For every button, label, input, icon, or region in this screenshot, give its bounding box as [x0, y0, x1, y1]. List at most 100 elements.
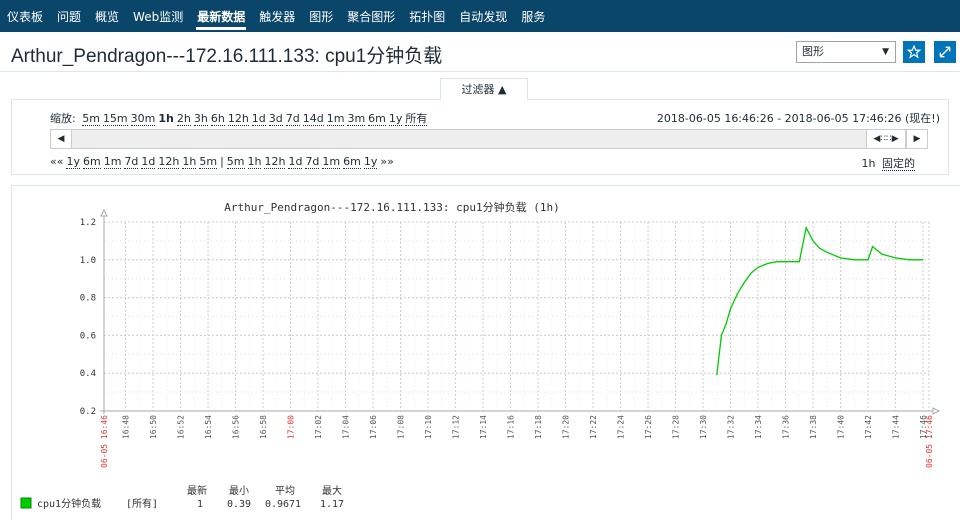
drag-handle-icon: ◀∷∷▶ [873, 134, 899, 144]
x-tick-label: 17:28 [672, 415, 681, 439]
legend-swatch [20, 497, 32, 509]
grid [103, 221, 930, 412]
step-back-option[interactable]: 6m [82, 155, 101, 169]
zoom-option[interactable]: 6h [210, 112, 225, 126]
y-tick-label: 0.6 [80, 331, 96, 341]
period-nav-row: «« 1y 6m 1m 7d 1d 12h 1h 5m | 5m 1h 12h 1d 7d 1m 6m 1y»» [50, 155, 397, 169]
x-tick-label: 17:10 [424, 415, 433, 439]
zoom-option[interactable]: 1m [326, 112, 345, 126]
zoom-option[interactable]: 15m [102, 112, 128, 126]
zoom-option[interactable]: 3m [347, 112, 366, 126]
zoom-option[interactable]: 14d [302, 112, 324, 126]
step-forward-option[interactable]: 6m [343, 155, 361, 169]
nav-item-8[interactable]: 拓扑图 [402, 0, 452, 32]
x-axis-arrow-icon [932, 407, 941, 415]
zoom-row: 缩放: 5m 15m 30m 1h 2h 3h 6h 12h 1d 3d 7d 14d 1m 3m 6m 1y… [50, 110, 430, 126]
zoom-option[interactable]: 3h [193, 112, 208, 126]
period-value: 1h [861, 157, 876, 170]
triangle-left-icon: ◀ [57, 134, 65, 144]
nav-item-5[interactable]: 触发器 [252, 0, 302, 32]
nav-item-6[interactable]: 图形 [302, 0, 340, 32]
nav-item-7[interactable]: 聚合图形 [340, 0, 402, 32]
step-forward-option[interactable]: 1h [247, 155, 262, 169]
zoom-option[interactable]: 12h [227, 112, 249, 126]
x-tick-label: 17:32 [727, 415, 736, 439]
zoom-option[interactable]: 1d [251, 112, 266, 126]
y-tick-label: 0.2 [80, 407, 96, 417]
zoom-option[interactable]: 1h [158, 112, 174, 125]
x-tick-label: 17:20 [562, 415, 571, 439]
scroll-left-button[interactable]: ◀ [50, 129, 72, 149]
step-forward-option[interactable]: 1m [322, 155, 341, 169]
view-select[interactable]: 图形 ▼ [796, 41, 896, 63]
step-back-option[interactable]: 12h [158, 155, 180, 169]
zoom-option[interactable]: 5m [82, 112, 100, 126]
fixed-toggle[interactable]: 固定的 [882, 157, 915, 171]
step-forward-option[interactable]: 1y [363, 155, 378, 169]
step-back-option[interactable]: 1m [103, 155, 122, 169]
step-forward-option[interactable]: 1d [288, 155, 303, 169]
zoom-option[interactable]: 3d [268, 112, 283, 126]
scroll-handle[interactable]: ◀∷∷▶ [866, 129, 906, 149]
zoom-option[interactable]: 7d [285, 112, 300, 126]
series-line [716, 225, 923, 376]
x-tick-label: 17:36 [782, 415, 791, 439]
view-select-value: 图形 [802, 45, 824, 58]
legend-value: 0.9671 [265, 499, 301, 510]
zoom-option[interactable]: 6m [368, 112, 386, 126]
x-tick-label: 17:42 [864, 415, 873, 439]
step-back-option[interactable]: 1y [66, 155, 80, 169]
favorite-button[interactable] [903, 41, 925, 63]
page-header: Arthur_Pendragon---172.16.111.133: cpu1分… [0, 32, 960, 72]
nav-item-2[interactable]: 概览 [88, 0, 126, 32]
step-forward-option[interactable]: 12h [264, 155, 286, 169]
zoom-option[interactable]: 所有 [405, 112, 428, 126]
x-tick-label: 16:50 [149, 415, 158, 439]
step-back-option[interactable]: 5m [199, 155, 218, 169]
x-axis-ticks: 06-05 16:46 16:48 16:50 16:52 16:54 16:56 16:5… [100, 415, 934, 468]
legend-header: 最新 [187, 484, 207, 497]
y-axis-arrow-icon [100, 208, 108, 217]
filter-tab[interactable]: 过滤器 ▲ [440, 78, 528, 100]
step-forward-option[interactable]: 7d [305, 155, 320, 169]
nav-item-10[interactable]: 服务 [514, 0, 552, 32]
legend-series-name: cpu1分钟负载 [37, 497, 101, 510]
fullscreen-button[interactable] [934, 41, 956, 63]
scroll-right-button[interactable]: ▶ [906, 129, 928, 149]
step-back-option[interactable]: 1d [141, 155, 156, 169]
timeline-scrollbar[interactable]: ◀ ◀∷∷▶ ▶ [50, 129, 928, 149]
x-tick-label: 16:58 [259, 415, 268, 439]
zoom-option[interactable]: 30m [130, 112, 156, 126]
fullscreen-icon [939, 46, 951, 58]
nav-item-0[interactable]: 仪表板 [0, 0, 50, 32]
nav-item-1[interactable]: 问题 [50, 0, 88, 32]
y-axis-ticks: 0.2 0.4 0.6 0.8 1.0 1.2 [80, 218, 96, 417]
x-tick-label: 16:56 [232, 415, 241, 439]
time-range-text: 2018-06-05 16:46:26 - 2018-06-05 17:46:2… [656, 112, 940, 125]
x-tick-label: 17:12 [452, 415, 461, 439]
x-tick-label: 17:08 [397, 415, 406, 439]
nav-item-9[interactable]: 自动发现 [452, 0, 514, 32]
step-back-option[interactable]: 1h [182, 155, 197, 169]
y-tick-label: 0.4 [80, 369, 96, 379]
x-tick-label: 17:16 [507, 415, 516, 439]
nav-item-4[interactable]: 最新数据 [190, 0, 252, 32]
zoom-label: 缩放: [50, 112, 76, 125]
step-back-option[interactable]: 7d [124, 155, 139, 169]
legend: 最新 最小 平均 最大 cpu1分钟负载 [所有] 1 0.39 0.9671 1.17 [20, 484, 344, 510]
legend-function: [所有] [126, 497, 158, 510]
step-forward-option[interactable]: 5m [226, 155, 245, 169]
x-tick-label: 17:22 [589, 415, 598, 439]
x-tick-label: 17:38 [809, 415, 818, 439]
x-tick-label: 17:40 [837, 415, 846, 439]
x-tick-label: 06-05 17:46 [925, 415, 934, 468]
nav-item-3[interactable]: Web监测 [126, 0, 190, 32]
jump-forward-end[interactable]: »» [380, 155, 393, 168]
zoom-option[interactable]: 1y [388, 112, 403, 126]
legend-value: 0.39 [227, 499, 251, 510]
zoom-option[interactable]: 2h [176, 112, 191, 126]
period-info: 1h 固定的 [862, 155, 918, 171]
x-tick-label: 17:04 [342, 415, 351, 439]
jump-back-start[interactable]: «« [50, 155, 63, 168]
page-title: Arthur_Pendragon---172.16.111.133: cpu1分… [11, 46, 443, 67]
